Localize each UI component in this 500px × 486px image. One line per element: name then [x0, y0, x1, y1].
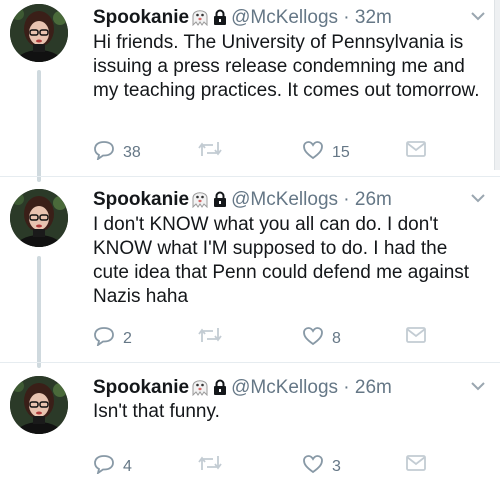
timestamp[interactable]: 26m — [355, 377, 392, 398]
separator-dot: · — [343, 189, 350, 210]
envelope-icon — [405, 326, 427, 349]
reply-icon — [93, 326, 115, 351]
lock-icon — [213, 9, 227, 31]
like-button[interactable]: 15 — [302, 140, 350, 165]
heart-icon — [302, 326, 324, 351]
retweet-icon — [197, 454, 223, 477]
envelope-icon — [405, 454, 427, 477]
envelope-icon — [405, 140, 427, 163]
like-button[interactable]: 8 — [302, 326, 341, 351]
tweet-header: Spookanie @McKellogs · 32m — [93, 6, 392, 32]
retweet-button[interactable] — [197, 326, 223, 349]
like-count: 15 — [332, 143, 350, 161]
like-count: 8 — [332, 329, 341, 347]
timestamp[interactable]: 26m — [355, 189, 392, 210]
reply-count: 2 — [123, 329, 132, 347]
reply-button[interactable]: 38 — [93, 140, 141, 165]
tweet-text: Isn't that funny. — [93, 401, 220, 422]
reply-icon — [93, 454, 115, 479]
tweet-text: Hi friends. The University of Pennsylvan… — [93, 32, 480, 101]
chevron-down-icon[interactable] — [470, 378, 486, 396]
reply-button[interactable]: 2 — [93, 326, 132, 351]
retweet-button[interactable] — [197, 454, 223, 477]
ghost-icon — [191, 6, 209, 32]
separator-dot: · — [343, 377, 350, 398]
avatar[interactable] — [10, 376, 68, 434]
tweet-header: Spookanie @McKellogs · 26m — [93, 376, 392, 402]
dm-button[interactable] — [405, 454, 427, 477]
display-name[interactable]: Spookanie — [93, 189, 189, 210]
handle[interactable]: @McKellogs — [231, 189, 338, 210]
tweet-text: I don't KNOW what you all can do. I don'… — [93, 214, 470, 307]
ghost-icon — [191, 188, 209, 214]
chevron-down-icon[interactable] — [470, 190, 486, 208]
retweet-icon — [197, 326, 223, 349]
display-name[interactable]: Spookanie — [93, 7, 189, 28]
separator-dot: · — [343, 7, 350, 28]
lock-icon — [213, 379, 227, 401]
dm-button[interactable] — [405, 140, 427, 163]
tweet[interactable]: Spookanie @McKellogs · 26m I don't KNOW w… — [0, 177, 500, 362]
reply-icon — [93, 140, 115, 165]
reply-button[interactable]: 4 — [93, 454, 132, 479]
heart-icon — [302, 454, 324, 479]
reply-count: 38 — [123, 143, 141, 161]
tweet-header: Spookanie @McKellogs · 26m — [93, 188, 392, 214]
like-count: 3 — [332, 457, 341, 475]
like-button[interactable]: 3 — [302, 454, 341, 479]
chevron-down-icon[interactable] — [470, 8, 486, 26]
ghost-icon — [191, 376, 209, 402]
tweet[interactable]: Spookanie @McKellogs · 26m Isn't that fun… — [0, 363, 500, 486]
retweet-icon — [197, 140, 223, 163]
avatar[interactable] — [10, 4, 68, 62]
handle[interactable]: @McKellogs — [231, 7, 338, 28]
display-name[interactable]: Spookanie — [93, 377, 189, 398]
retweet-button[interactable] — [197, 140, 223, 163]
reply-count: 4 — [123, 457, 132, 475]
heart-icon — [302, 140, 324, 165]
tweet[interactable]: Spookanie @McKellogs · 32m Hi friends. Th… — [0, 0, 500, 176]
timestamp[interactable]: 32m — [355, 7, 392, 28]
dm-button[interactable] — [405, 326, 427, 349]
avatar[interactable] — [10, 189, 68, 247]
lock-icon — [213, 191, 227, 213]
handle[interactable]: @McKellogs — [231, 377, 338, 398]
